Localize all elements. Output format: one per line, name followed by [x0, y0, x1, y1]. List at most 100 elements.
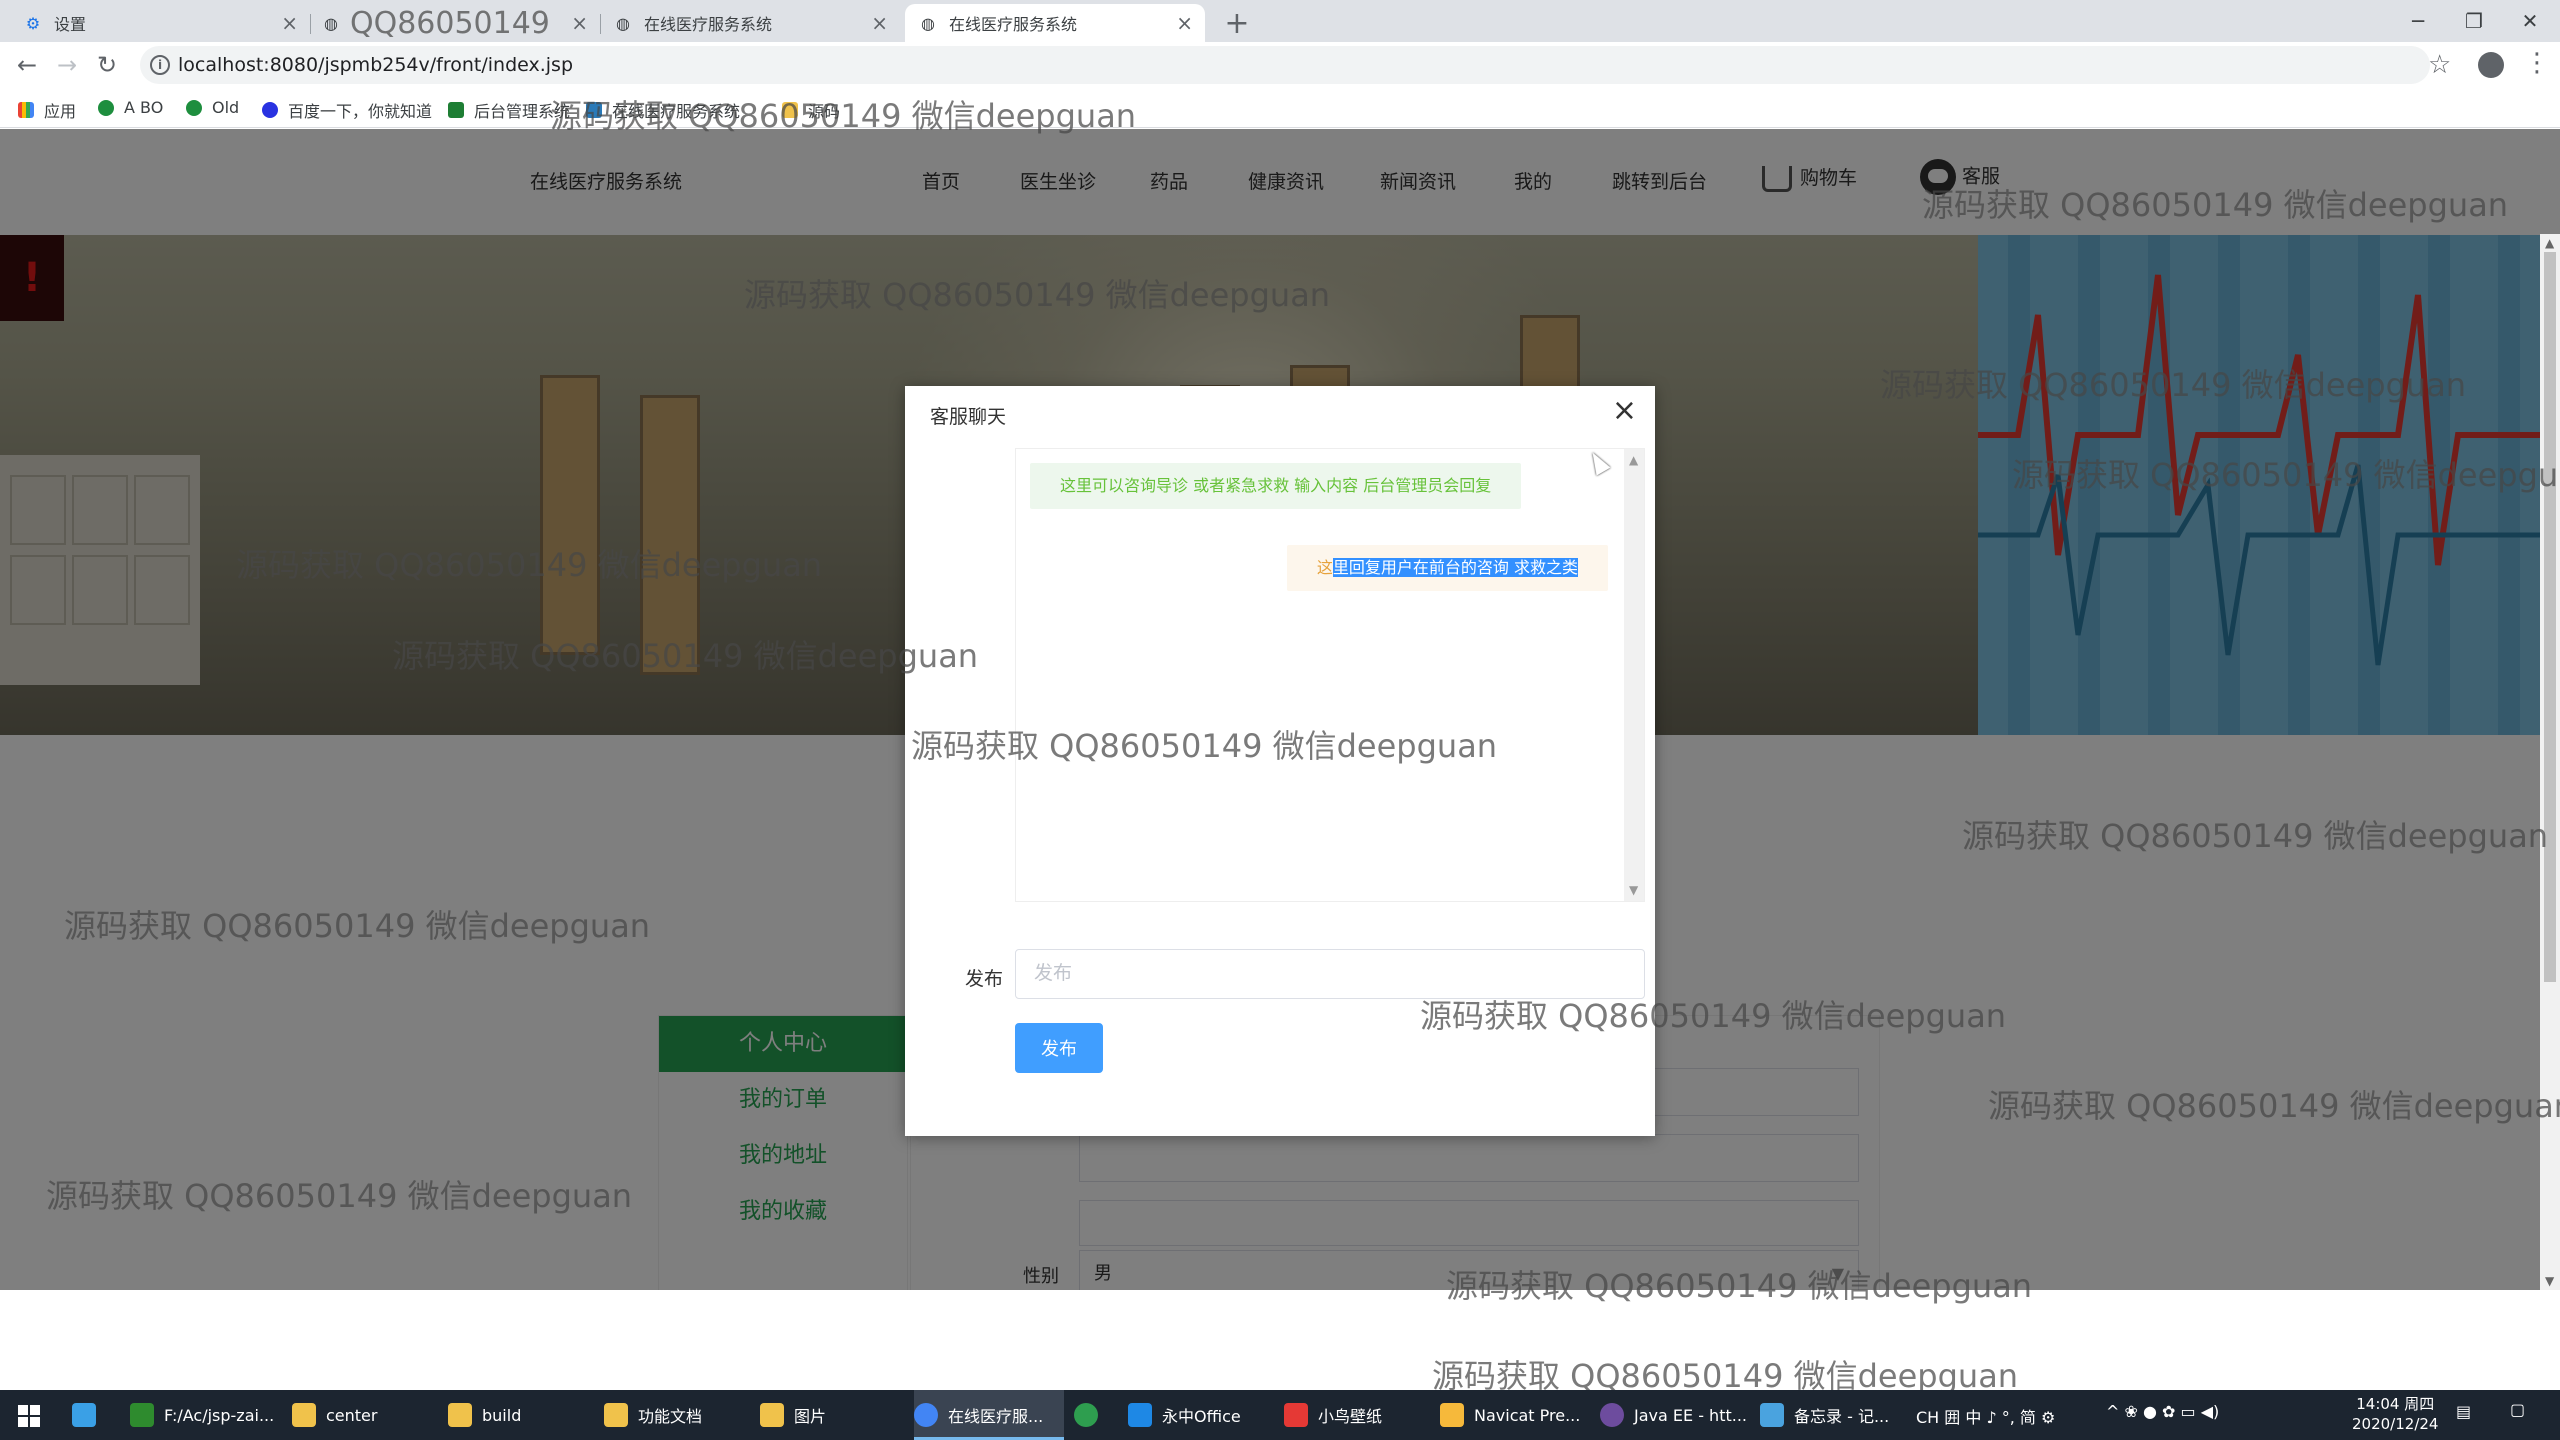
close-icon[interactable]: ×	[1176, 11, 1193, 35]
taskbar-item-eclipse[interactable]: Java EE - htt...	[1600, 1390, 1760, 1440]
action-center-icon[interactable]: ▢	[2510, 1400, 2525, 1419]
taskbar-item-wallpaper[interactable]: 小鸟壁纸	[1284, 1390, 1424, 1440]
system-clock[interactable]: 14:04 周四 2020/12/24	[2352, 1394, 2438, 1434]
chat-scrollbar[interactable]: ▲ ▼	[1624, 449, 1644, 901]
app-icon	[72, 1403, 96, 1427]
profile-avatar-icon[interactable]	[2478, 52, 2504, 78]
windows-start-icon[interactable]	[18, 1405, 40, 1427]
folder-icon	[292, 1403, 316, 1427]
web-page: 在线医疗服务系统 首页 医生坐诊 药品 健康资讯 新闻资讯 我的 跳转到后台 购…	[0, 129, 2560, 1290]
forward-arrow-icon[interactable]: →	[52, 50, 82, 80]
close-icon[interactable]: ×	[281, 11, 298, 35]
taskbar-label: Java EE - htt...	[1634, 1405, 1747, 1425]
minimize-button[interactable]: ─	[2390, 0, 2446, 42]
bookmark-label: 后台管理系统	[474, 102, 571, 121]
leaf-icon	[186, 99, 202, 116]
scroll-up-icon[interactable]: ▲	[2545, 236, 2554, 250]
chat-history[interactable]: 这里可以咨询导诊 或者紧急求救 输入内容 后台管理员会回复 这里回复用户在前台的…	[1015, 448, 1645, 902]
taskbar-item-office[interactable]: 永中Office	[1128, 1390, 1268, 1440]
selected-text: 里回复用户在前台的咨询 求救之类	[1332, 558, 1578, 577]
bookmark-old[interactable]: Old	[186, 98, 239, 117]
taskbar-item-docs[interactable]: 功能文档	[604, 1390, 744, 1440]
globe-icon: ◍	[921, 13, 935, 33]
taskbar-item-build[interactable]: build	[448, 1390, 588, 1440]
notepad-icon	[1760, 1403, 1784, 1427]
windows-taskbar: F:/Ac/jsp-zai... center build 功能文档 图片 在线…	[0, 1390, 2560, 1440]
close-icon[interactable]: ×	[871, 11, 888, 35]
bookmark-label: A BO	[124, 98, 164, 117]
scroll-down-icon[interactable]: ▼	[1629, 883, 1638, 897]
folder-icon	[760, 1403, 784, 1427]
bookmark-medical[interactable]: 在线医疗服务系统	[586, 98, 740, 122]
bookmark-label: 在线医疗服务系统	[612, 102, 741, 121]
address-bar[interactable]: i localhost:8080/jspmb254v/front/index.j…	[140, 46, 2430, 84]
taskbar-label: 图片	[794, 1407, 827, 1426]
green-app-icon	[1074, 1403, 1098, 1427]
taskbar-item-navicat[interactable]: Navicat Pre...	[1440, 1390, 1590, 1440]
window-close-button[interactable]: ✕	[2502, 0, 2558, 42]
apps-grid-icon	[18, 102, 34, 118]
bookmark-label: Old	[212, 98, 240, 117]
baidu-paw-icon	[262, 102, 278, 118]
bookmark-star-icon[interactable]: ☆	[2428, 50, 2451, 80]
globe-icon: ◍	[324, 13, 338, 33]
tab-settings[interactable]: ⚙ 设置 ×	[10, 4, 311, 42]
hbuilder-icon	[130, 1403, 154, 1427]
close-icon[interactable]: ×	[1612, 396, 1637, 426]
tab-medical-active[interactable]: ◍ 在线医疗服务系统 ×	[905, 4, 1205, 42]
message-prefix: 这	[1316, 558, 1333, 577]
office-icon	[1128, 1403, 1152, 1427]
taskbar-item-images[interactable]: 图片	[760, 1390, 900, 1440]
incoming-message: 这里可以咨询导诊 或者紧急求救 输入内容 后台管理员会回复	[1030, 463, 1522, 509]
back-arrow-icon[interactable]: ←	[12, 50, 42, 80]
bookmarks-bar: 应用 A BO Old 百度一下，你就知道 后台管理系统 在线医疗服务系统 源码	[0, 88, 2560, 128]
taskbar-label: F:/Ac/jsp-zai...	[164, 1405, 275, 1425]
bookmark-label: 百度一下，你就知道	[288, 102, 433, 121]
taskbar-item-chrome[interactable]: 在线医疗服...	[914, 1390, 1064, 1440]
close-icon[interactable]: ×	[571, 11, 588, 35]
bookmark-abo[interactable]: A BO	[98, 98, 163, 117]
tray-icons[interactable]: ^ ❀ ● ✿ ▭ ◀)	[2106, 1402, 2219, 1421]
vue-logo-icon	[448, 102, 464, 118]
tab-medical-1[interactable]: ◍ 在线医疗服务系统 ×	[600, 4, 900, 42]
scroll-down-icon[interactable]: ▼	[2545, 1274, 2554, 1288]
navicat-icon	[1440, 1403, 1464, 1427]
taskbar-item-notepad[interactable]: 备忘录 - 记...	[1760, 1390, 1910, 1440]
notification-icon[interactable]: ▤	[2456, 1402, 2471, 1421]
service-chat-modal: 客服聊天 × 这里可以咨询导诊 或者紧急求救 输入内容 后台管理员会回复 这里回…	[905, 386, 1655, 1136]
publish-input[interactable]	[1015, 949, 1645, 999]
taskbar-label: 永中Office	[1162, 1407, 1241, 1426]
taskbar-item-center[interactable]: center	[292, 1390, 432, 1440]
info-icon[interactable]: i	[150, 55, 170, 75]
taskbar-item-green-app[interactable]	[1074, 1390, 1114, 1440]
more-menu-icon[interactable]: ⋮	[2524, 48, 2550, 78]
input-method-tray[interactable]: CH 囲 中 ♪ °, 简 ⚙	[1916, 1404, 2055, 1428]
bookmark-apps[interactable]: 应用	[18, 98, 76, 122]
page-scrollbar[interactable]: ▲ ▼	[2540, 234, 2560, 1290]
bookmark-label: 应用	[44, 102, 77, 121]
tab-source[interactable]: ◍ 源码获取 QQ86050149 微信deepguan ×	[310, 0, 601, 84]
bookmark-source[interactable]: 源码	[782, 98, 840, 122]
folder-icon	[448, 1403, 472, 1427]
taskbar-label: center	[326, 1405, 378, 1425]
folder-icon	[782, 102, 798, 118]
bookmark-baidu[interactable]: 百度一下，你就知道	[262, 98, 432, 122]
new-tab-button[interactable]: +	[1220, 6, 1254, 41]
taskbar-app-icon[interactable]	[72, 1390, 112, 1440]
taskbar-item-hbuilder[interactable]: F:/Ac/jsp-zai...	[130, 1390, 280, 1440]
reload-icon[interactable]: ↻	[92, 50, 122, 80]
page-icon	[586, 102, 602, 118]
restore-button[interactable]: ❐	[2446, 0, 2502, 42]
bookmark-admin[interactable]: 后台管理系统	[448, 98, 570, 122]
outgoing-message: 这里回复用户在前台的咨询 求救之类	[1286, 545, 1608, 591]
clock-date: 2020/12/24	[2352, 1415, 2439, 1433]
publish-button[interactable]: 发布	[1015, 1023, 1103, 1073]
tab-label: 设置	[54, 15, 87, 34]
scroll-up-icon[interactable]: ▲	[1629, 453, 1638, 467]
scrollbar-thumb[interactable]	[2544, 252, 2556, 982]
url-text: localhost:8080/jspmb254v/front/index.jsp	[178, 54, 574, 76]
taskbar-label: 功能文档	[638, 1407, 703, 1426]
folder-icon	[604, 1403, 628, 1427]
tab-label: 在线医疗服务系统	[949, 15, 1078, 34]
tab-label: 在线医疗服务系统	[644, 15, 773, 34]
